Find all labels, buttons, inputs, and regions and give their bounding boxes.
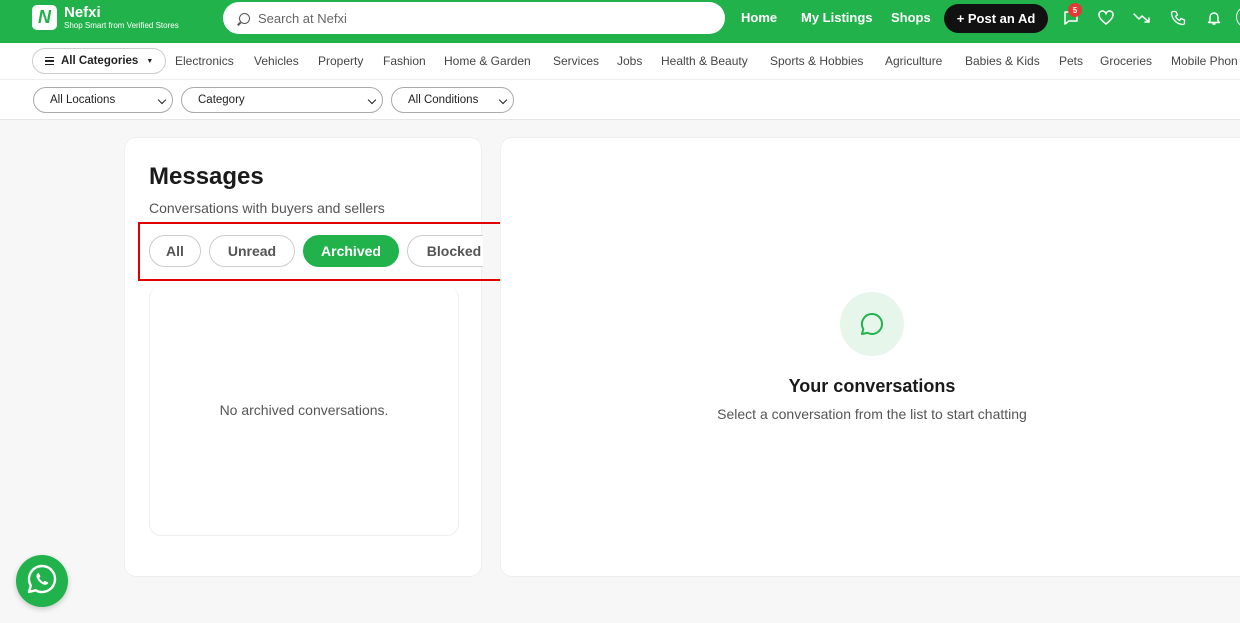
heart-icon[interactable]: [1097, 9, 1115, 27]
brand-logo[interactable]: N Nefxi Shop Smart from Verified Stores: [32, 5, 179, 30]
empty-state-text: No archived conversations.: [219, 402, 389, 418]
chat-bubble-icon: [840, 292, 904, 356]
category-link[interactable]: Jobs: [617, 54, 642, 68]
nav-shops[interactable]: Shops: [891, 10, 931, 25]
conversation-pane-subtitle: Select a conversation from the list to s…: [717, 406, 1027, 422]
page-title: Messages: [149, 163, 264, 190]
chevron-down-icon: [157, 95, 167, 105]
whatsapp-button[interactable]: [16, 555, 68, 607]
category-link[interactable]: Health & Beauty: [661, 54, 748, 68]
message-count-badge: 5: [1068, 3, 1082, 17]
search-bar[interactable]: [223, 2, 725, 34]
logo-mark: N: [32, 5, 57, 30]
category-link[interactable]: Agriculture: [885, 54, 942, 68]
menu-icon: [45, 57, 54, 65]
chevron-down-icon: [498, 95, 508, 105]
nav-home[interactable]: Home: [741, 10, 777, 25]
avatar[interactable]: [1236, 6, 1240, 28]
search-input[interactable]: [258, 10, 698, 26]
brand-name: Nefxi: [64, 4, 101, 21]
all-categories-button[interactable]: All Categories ▼: [32, 48, 166, 74]
category-link[interactable]: Services: [553, 54, 599, 68]
category-select[interactable]: Category: [181, 87, 383, 113]
page-subtitle: Conversations with buyers and sellers: [149, 200, 385, 216]
category-link[interactable]: Fashion: [383, 54, 426, 68]
category-link[interactable]: Groceries: [1100, 54, 1152, 68]
category-select-value: Category: [198, 94, 245, 106]
phone-icon[interactable]: [1169, 9, 1187, 27]
conversation-list: No archived conversations.: [149, 286, 459, 536]
category-link[interactable]: Mobile Phon: [1171, 54, 1238, 68]
category-link[interactable]: Sports & Hobbies: [770, 54, 863, 68]
condition-select[interactable]: All Conditions: [391, 87, 514, 113]
filter-bar: All Locations Category All Conditions: [0, 80, 1240, 120]
category-bar: All Categories ▼ Electronics Vehicles Pr…: [0, 43, 1240, 80]
conversation-pane: Your conversations Select a conversation…: [500, 137, 1240, 577]
location-select[interactable]: All Locations: [33, 87, 173, 113]
nav-my-listings[interactable]: My Listings: [801, 10, 873, 25]
trend-icon[interactable]: [1133, 9, 1151, 27]
brand-tagline: Shop Smart from Verified Stores: [64, 21, 179, 30]
all-categories-label: All Categories: [61, 55, 139, 67]
condition-select-value: All Conditions: [408, 94, 479, 106]
search-icon: [239, 12, 250, 24]
category-link[interactable]: Electronics: [175, 54, 234, 68]
whatsapp-icon: [25, 562, 59, 601]
caret-down-icon: ▼: [146, 57, 154, 65]
top-header: N Nefxi Shop Smart from Verified Stores …: [0, 0, 1240, 43]
category-link[interactable]: Property: [318, 54, 363, 68]
messages-panel: Messages Conversations with buyers and s…: [124, 137, 483, 577]
bell-icon[interactable]: [1205, 9, 1223, 27]
post-ad-button[interactable]: + Post an Ad: [944, 4, 1048, 33]
category-link[interactable]: Vehicles: [254, 54, 299, 68]
conversation-pane-title: Your conversations: [788, 376, 956, 396]
location-select-value: All Locations: [50, 94, 116, 106]
chevron-down-icon: [367, 95, 377, 105]
category-link[interactable]: Babies & Kids: [965, 54, 1040, 68]
category-link[interactable]: Pets: [1059, 54, 1083, 68]
tab-highlight-box: [138, 222, 502, 281]
category-link[interactable]: Home & Garden: [444, 54, 531, 68]
